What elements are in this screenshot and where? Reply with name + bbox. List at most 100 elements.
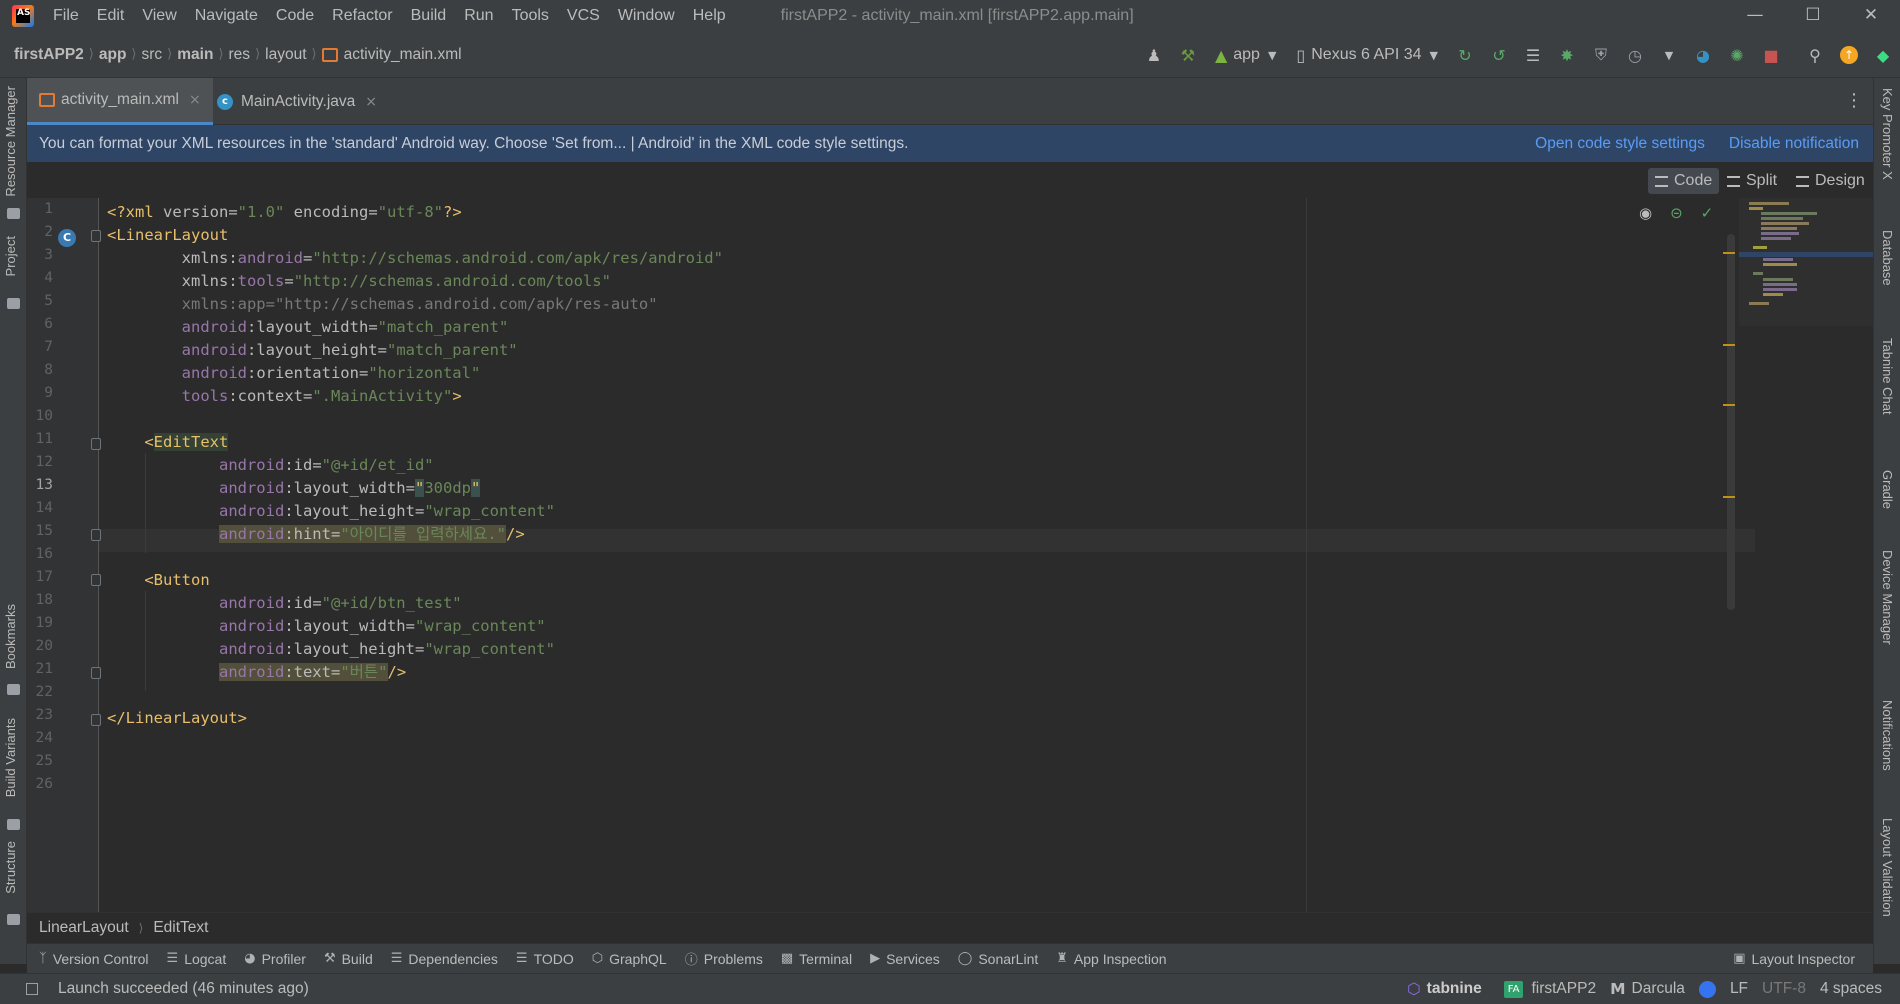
code-view-button[interactable]: Code [1648, 168, 1720, 194]
panel-toggle-icon[interactable] [26, 983, 38, 995]
tool-bookmarks[interactable]: Bookmarks [3, 604, 18, 669]
code-minimap[interactable] [1739, 198, 1873, 326]
design-view-button[interactable]: Design [1789, 168, 1872, 194]
search-icon[interactable]: ⚲ [1802, 42, 1828, 68]
crumb-file[interactable]: activity_main.xml [344, 46, 462, 64]
tool-layout-validation[interactable]: Layout Validation [1880, 818, 1895, 917]
theme-status[interactable]: M Darcula [1610, 980, 1685, 998]
project-status[interactable]: FA firstAPP2 [1503, 980, 1596, 998]
tw-layout-inspector[interactable]: ▣ Layout Inspector [1733, 951, 1855, 967]
close-window-icon[interactable]: ✕ [1842, 0, 1900, 32]
split-view-button[interactable]: Split [1720, 168, 1784, 194]
indent-setting[interactable]: 4 spaces [1820, 980, 1882, 998]
tab-main-activity[interactable]: c MainActivity.java × [205, 78, 389, 125]
menu-refactor[interactable]: Refactor [323, 0, 401, 32]
warning-stripe[interactable] [1723, 404, 1735, 406]
crumb-src[interactable]: src [142, 46, 163, 64]
fold-marker-icon[interactable] [91, 230, 101, 242]
menu-help[interactable]: Help [684, 0, 735, 32]
check-icon[interactable]: ✓ [1701, 204, 1714, 222]
stop-icon[interactable]: ■ [1758, 42, 1784, 68]
tw-todo[interactable]: ☰ TODO [516, 951, 574, 967]
menu-run[interactable]: Run [455, 0, 502, 32]
tool-key-promoter[interactable]: Key Promoter X [1880, 88, 1895, 180]
coverage-icon[interactable]: ⛨ [1588, 42, 1614, 68]
menu-build[interactable]: Build [402, 0, 456, 32]
tw-profiler[interactable]: ◕ Profiler [244, 951, 306, 967]
profiler-gauge-icon[interactable]: ◕ [1690, 42, 1716, 68]
menu-navigate[interactable]: Navigate [186, 0, 267, 32]
tool-structure[interactable]: Structure [3, 841, 18, 894]
menu-file[interactable]: File [44, 0, 88, 32]
tw-problems[interactable]: ⓘ Problems [685, 949, 763, 969]
fold-marker-icon[interactable] [91, 574, 101, 586]
crumb-res[interactable]: res [229, 46, 251, 64]
line-separator[interactable]: LF [1730, 980, 1748, 998]
menu-edit[interactable]: Edit [88, 0, 134, 32]
warning-stripe[interactable] [1723, 496, 1735, 498]
status-message[interactable]: Launch succeeded (46 minutes ago) [58, 980, 309, 998]
warning-stripe[interactable] [1723, 252, 1735, 254]
run-config-select[interactable]: ▲ app ▼ [1215, 46, 1276, 65]
maximize-icon[interactable]: ☐ [1784, 0, 1842, 32]
tool-build-variants[interactable]: Build Variants [3, 718, 18, 797]
tool-notifications[interactable]: Notifications [1880, 700, 1895, 771]
attach-debugger-icon[interactable]: ✺ [1724, 42, 1750, 68]
eye-off-icon[interactable]: ◉ [1639, 204, 1652, 222]
tabnine-status[interactable]: ⬡ tabnine [1407, 980, 1482, 998]
tw-build[interactable]: ⚒ Build [324, 951, 373, 967]
update-icon[interactable]: ↑ [1836, 42, 1862, 68]
minus-circle-icon[interactable]: ⊝ [1670, 204, 1683, 222]
debug-icon[interactable]: ✸ [1554, 42, 1580, 68]
more-vertical-icon[interactable]: ⋮ [1845, 90, 1863, 111]
apply-code-changes-icon[interactable]: ↺ [1486, 42, 1512, 68]
tw-logcat[interactable]: ☰ Logcat [167, 951, 227, 967]
tool-database[interactable]: Database [1880, 230, 1895, 286]
tw-app-inspection[interactable]: ♜ App Inspection [1056, 951, 1166, 967]
chevron-down-icon[interactable]: ▼ [1656, 42, 1682, 68]
crumb-linearlayout[interactable]: LinearLayout [39, 919, 129, 937]
tool-project[interactable]: Project [3, 236, 18, 276]
tab-activity-main[interactable]: activity_main.xml × [27, 78, 213, 125]
profile-icon[interactable]: ◷ [1622, 42, 1648, 68]
vertical-scrollbar[interactable] [1727, 234, 1735, 610]
open-code-style-link[interactable]: Open code style settings [1535, 135, 1705, 153]
menu-vcs[interactable]: VCS [558, 0, 609, 32]
fold-marker-icon[interactable] [91, 667, 101, 679]
close-icon[interactable]: × [365, 94, 377, 110]
tool-gradle[interactable]: Gradle [1880, 470, 1895, 509]
warning-stripe[interactable] [1723, 344, 1735, 346]
minimize-icon[interactable]: — [1726, 0, 1784, 32]
related-class-icon[interactable]: C [58, 229, 76, 247]
blue-dot-icon[interactable] [1698, 980, 1716, 998]
hammer-icon[interactable]: ⚒ [1175, 42, 1201, 68]
crumb-project[interactable]: firstAPP2 [14, 46, 84, 64]
fold-marker-icon[interactable] [91, 438, 101, 450]
file-encoding[interactable]: UTF-8 [1762, 980, 1806, 998]
tw-sonarlint[interactable]: ◯ SonarLint [958, 951, 1039, 967]
tw-version-control[interactable]: ᛉ Version Control [39, 951, 149, 967]
menu-view[interactable]: View [133, 0, 185, 32]
tool-resource-manager[interactable]: Resource Manager [3, 86, 18, 197]
crumb-layout[interactable]: layout [265, 46, 306, 64]
menu-window[interactable]: Window [609, 0, 684, 32]
crumb-edittext[interactable]: EditText [153, 919, 208, 937]
fold-marker-icon[interactable] [91, 714, 101, 726]
user-icon[interactable]: ♟ [1141, 42, 1167, 68]
tw-terminal[interactable]: ▩ Terminal [781, 951, 852, 967]
tw-graphql[interactable]: ⬡ GraphQL [592, 951, 667, 967]
disable-notification-link[interactable]: Disable notification [1729, 135, 1859, 153]
tool-device-manager[interactable]: Device Manager [1880, 550, 1895, 645]
code-editor[interactable]: 1 2 3 4 5 6 7 8 9 10 11 12 13 14 15 16 1… [27, 198, 1873, 912]
menu-tools[interactable]: Tools [503, 0, 558, 32]
fold-marker-icon[interactable] [91, 529, 101, 541]
menu-code[interactable]: Code [267, 0, 323, 32]
crumb-app[interactable]: app [99, 46, 127, 64]
apply-changes-icon[interactable]: ↻ [1452, 42, 1478, 68]
crumb-main[interactable]: main [177, 46, 213, 64]
tool-tabnine-chat[interactable]: Tabnine Chat [1880, 338, 1895, 415]
tw-dependencies[interactable]: ☰ Dependencies [391, 951, 498, 967]
device-select[interactable]: ▯ Nexus 6 API 34 ▼ [1296, 46, 1438, 65]
tw-services[interactable]: ▶ Services [870, 951, 940, 967]
close-icon[interactable]: × [189, 92, 201, 108]
